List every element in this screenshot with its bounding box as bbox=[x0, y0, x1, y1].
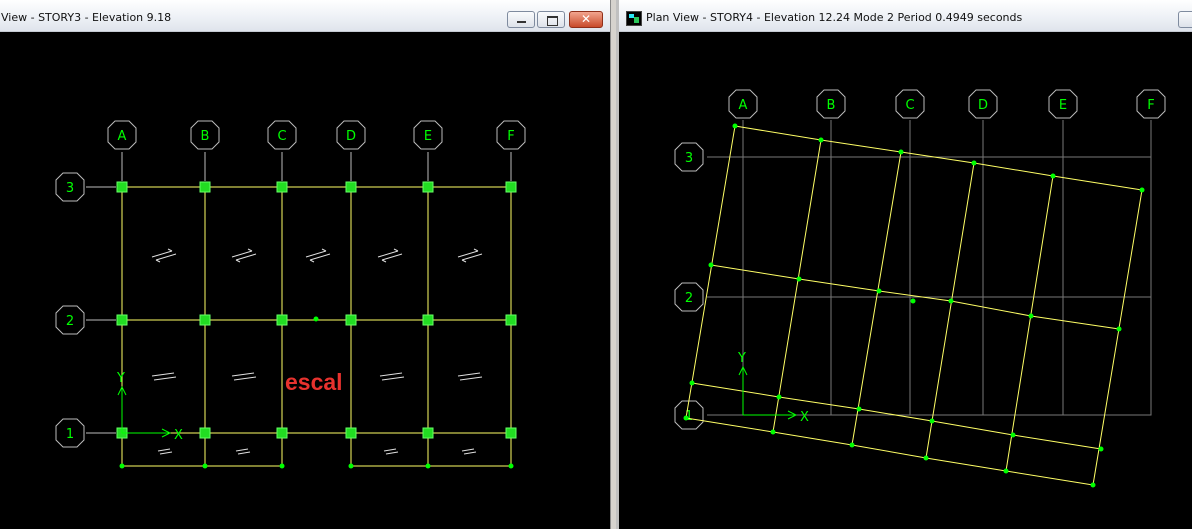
deformed-shape bbox=[685, 125, 1143, 486]
grid-label-2: 2 bbox=[66, 314, 74, 329]
grid-label-b: B bbox=[827, 98, 836, 113]
grid-label-d: D bbox=[978, 98, 988, 113]
plan-canvas[interactable]: A B C D E F 3 2 1 bbox=[619, 31, 1192, 529]
grid-label-c: C bbox=[905, 98, 914, 113]
frame-lines bbox=[121, 186, 512, 467]
grid-label-1: 1 bbox=[66, 427, 74, 442]
grid-label-3: 3 bbox=[66, 181, 74, 196]
grid-label-2: 2 bbox=[685, 291, 693, 306]
grid-label-b: B bbox=[201, 129, 210, 144]
close-button[interactable]: ✕ bbox=[569, 11, 603, 28]
close-icon: ✕ bbox=[580, 12, 592, 26]
minimize-button[interactable] bbox=[1178, 11, 1192, 28]
joints bbox=[683, 123, 1145, 488]
axis-x-label: X bbox=[800, 410, 809, 425]
axis-y-label: Y bbox=[737, 351, 746, 366]
maximize-icon bbox=[538, 12, 564, 27]
grid-label-a: A bbox=[739, 98, 748, 113]
minimize-button[interactable] bbox=[507, 11, 535, 28]
plan-canvas[interactable]: A B C D E F 3 2 1 bbox=[0, 31, 610, 529]
stair-annotation: escal bbox=[285, 369, 343, 395]
title-bar[interactable]: Plan View - STORY4 - Elevation 12.24 Mod… bbox=[619, 0, 1192, 32]
undeformed-grid bbox=[707, 120, 1152, 416]
grid-label-c: C bbox=[277, 129, 286, 144]
window-title: Plan View - STORY4 - Elevation 12.24 Mod… bbox=[646, 11, 1023, 24]
slab-direction-symbols bbox=[151, 248, 483, 455]
grid-bubbles-y: 3 2 1 bbox=[55, 172, 85, 448]
story3-plan-window[interactable]: View - STORY3 - Elevation 9.18 ✕ A B C D… bbox=[0, 0, 611, 529]
grid-label-d: D bbox=[346, 129, 356, 144]
grid-label-f: F bbox=[1147, 98, 1154, 113]
grid-bubbles-x: A B C D E F bbox=[107, 120, 526, 150]
story4-mode-shape-window[interactable]: Plan View - STORY4 - Elevation 12.24 Mod… bbox=[616, 0, 1192, 529]
app-icon bbox=[626, 11, 642, 26]
columns bbox=[116, 181, 517, 439]
grid-label-e: E bbox=[1059, 98, 1067, 113]
window-title: View - STORY3 - Elevation 9.18 bbox=[1, 11, 172, 24]
grid-label-e: E bbox=[424, 129, 432, 144]
minimize-icon bbox=[508, 12, 534, 27]
grid-label-f: F bbox=[507, 129, 514, 144]
grid-label-3: 3 bbox=[685, 151, 693, 166]
maximize-button[interactable] bbox=[537, 11, 565, 28]
grid-bubbles-x: A B C D E F bbox=[728, 89, 1166, 119]
grid-bubbles-y: 3 2 1 bbox=[674, 142, 704, 430]
title-bar[interactable]: View - STORY3 - Elevation 9.18 ✕ bbox=[0, 0, 610, 32]
grid-label-a: A bbox=[118, 129, 127, 144]
axis-y-label: Y bbox=[116, 371, 125, 386]
axis-indicator bbox=[738, 365, 798, 420]
axis-x-label: X bbox=[174, 428, 183, 443]
